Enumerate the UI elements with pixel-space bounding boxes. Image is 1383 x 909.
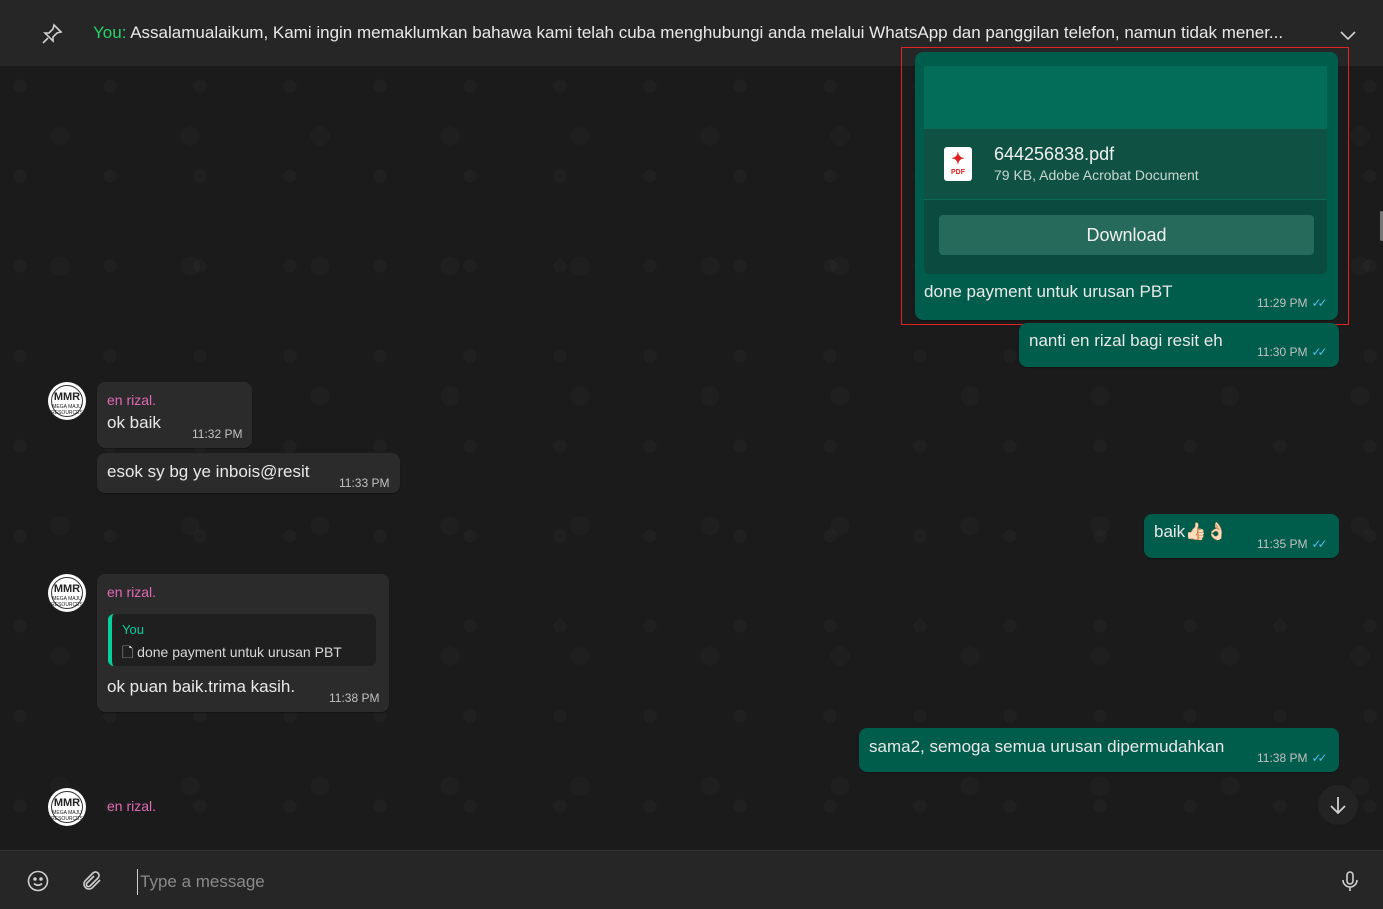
avatar[interactable]: MMR MEGA MAJU RESOURCES bbox=[48, 788, 86, 826]
avatar-subtitle: MEGA MAJU RESOURCES bbox=[51, 596, 83, 608]
paperclip-icon[interactable] bbox=[80, 869, 104, 893]
chevron-down-icon[interactable] bbox=[1338, 25, 1358, 45]
message-time: 11:38 PM ✓✓ bbox=[1257, 751, 1328, 765]
read-ticks-icon: ✓✓ bbox=[1311, 296, 1327, 310]
microphone-icon[interactable] bbox=[1338, 869, 1362, 893]
message-time: 11:35 PM ✓✓ bbox=[1257, 537, 1328, 551]
read-ticks-icon: ✓✓ bbox=[1311, 345, 1327, 359]
message-text: sama2, semoga semua urusan dipermudahkan bbox=[869, 737, 1225, 756]
document-info[interactable]: ✦ PDF 644256838.pdf 79 KB, Adobe Acrobat… bbox=[924, 128, 1327, 200]
pdf-icon-label: PDF bbox=[951, 169, 965, 176]
message-time: 11:30 PM ✓✓ bbox=[1257, 345, 1328, 359]
message-time: 11:29 PM ✓✓ bbox=[1257, 296, 1328, 310]
sender-name: en rizal. bbox=[107, 584, 157, 600]
message-time: 11:32 PM bbox=[192, 427, 243, 441]
quote-author: You bbox=[122, 622, 144, 637]
message-text: esok sy bg ye inbois@resit bbox=[107, 462, 310, 481]
document-card[interactable]: ✦ PDF 644256838.pdf 79 KB, Adobe Acrobat… bbox=[924, 66, 1327, 274]
document-file-meta: 79 KB, Adobe Acrobat Document bbox=[994, 167, 1199, 183]
document-preview[interactable] bbox=[924, 66, 1327, 128]
pdf-glyph: ✦ bbox=[951, 151, 965, 168]
message-text: baik👍🏻👌🏻 bbox=[1154, 522, 1228, 541]
message-text: ok puan baik.trima kasih. bbox=[107, 677, 296, 696]
avatar[interactable]: MMR MEGA MAJU RESOURCES bbox=[48, 382, 86, 420]
avatar-subtitle: MEGA MAJU RESOURCES bbox=[51, 810, 83, 822]
quote-text: 🗋 done payment untuk urusan PBT bbox=[122, 642, 342, 666]
message-time: 11:33 PM bbox=[339, 476, 390, 490]
message-bubble-incoming[interactable]: esok sy bg ye inbois@resit 11:33 PM bbox=[97, 453, 400, 493]
sender-name: en rizal. bbox=[107, 798, 157, 814]
emoji-icon[interactable] bbox=[26, 869, 50, 893]
quote-body: done payment untuk urusan PBT bbox=[137, 644, 342, 660]
message-text: ok baik bbox=[107, 413, 161, 432]
read-ticks-icon: ✓✓ bbox=[1311, 537, 1327, 551]
sender-name: en rizal. bbox=[107, 392, 157, 408]
scroll-to-bottom-button[interactable] bbox=[1318, 785, 1358, 825]
message-input[interactable] bbox=[137, 869, 1242, 895]
avatar-subtitle: MEGA MAJU RESOURCES bbox=[51, 404, 83, 416]
avatar-initials: MMR bbox=[53, 391, 81, 403]
avatar-initials: MMR bbox=[53, 583, 81, 595]
pdf-file-icon: ✦ PDF bbox=[944, 147, 972, 181]
message-composer[interactable] bbox=[0, 850, 1383, 909]
message-text: nanti en rizal bagi resit eh bbox=[1029, 331, 1223, 350]
quoted-message[interactable]: You 🗋 done payment untuk urusan PBT bbox=[108, 614, 376, 666]
document-file-name: 644256838.pdf bbox=[994, 144, 1115, 164]
message-time: 11:38 PM bbox=[329, 691, 380, 705]
document-icon: 🗋 bbox=[122, 644, 134, 660]
download-button[interactable]: Download bbox=[939, 215, 1314, 255]
pinned-message-text: You: Assalamualaikum, Kami ingin memaklu… bbox=[93, 23, 1323, 43]
avatar-initials: MMR bbox=[53, 797, 81, 809]
pin-icon[interactable] bbox=[40, 22, 64, 46]
read-ticks-icon: ✓✓ bbox=[1311, 751, 1327, 765]
avatar[interactable]: MMR MEGA MAJU RESOURCES bbox=[48, 574, 86, 612]
document-caption: done payment untuk urusan PBT bbox=[924, 282, 1173, 301]
pinned-body: Assalamualaikum, Kami ingin memaklumkan … bbox=[130, 23, 1284, 42]
pinned-sender: You: bbox=[93, 23, 127, 42]
arrow-down-icon bbox=[1330, 797, 1346, 815]
